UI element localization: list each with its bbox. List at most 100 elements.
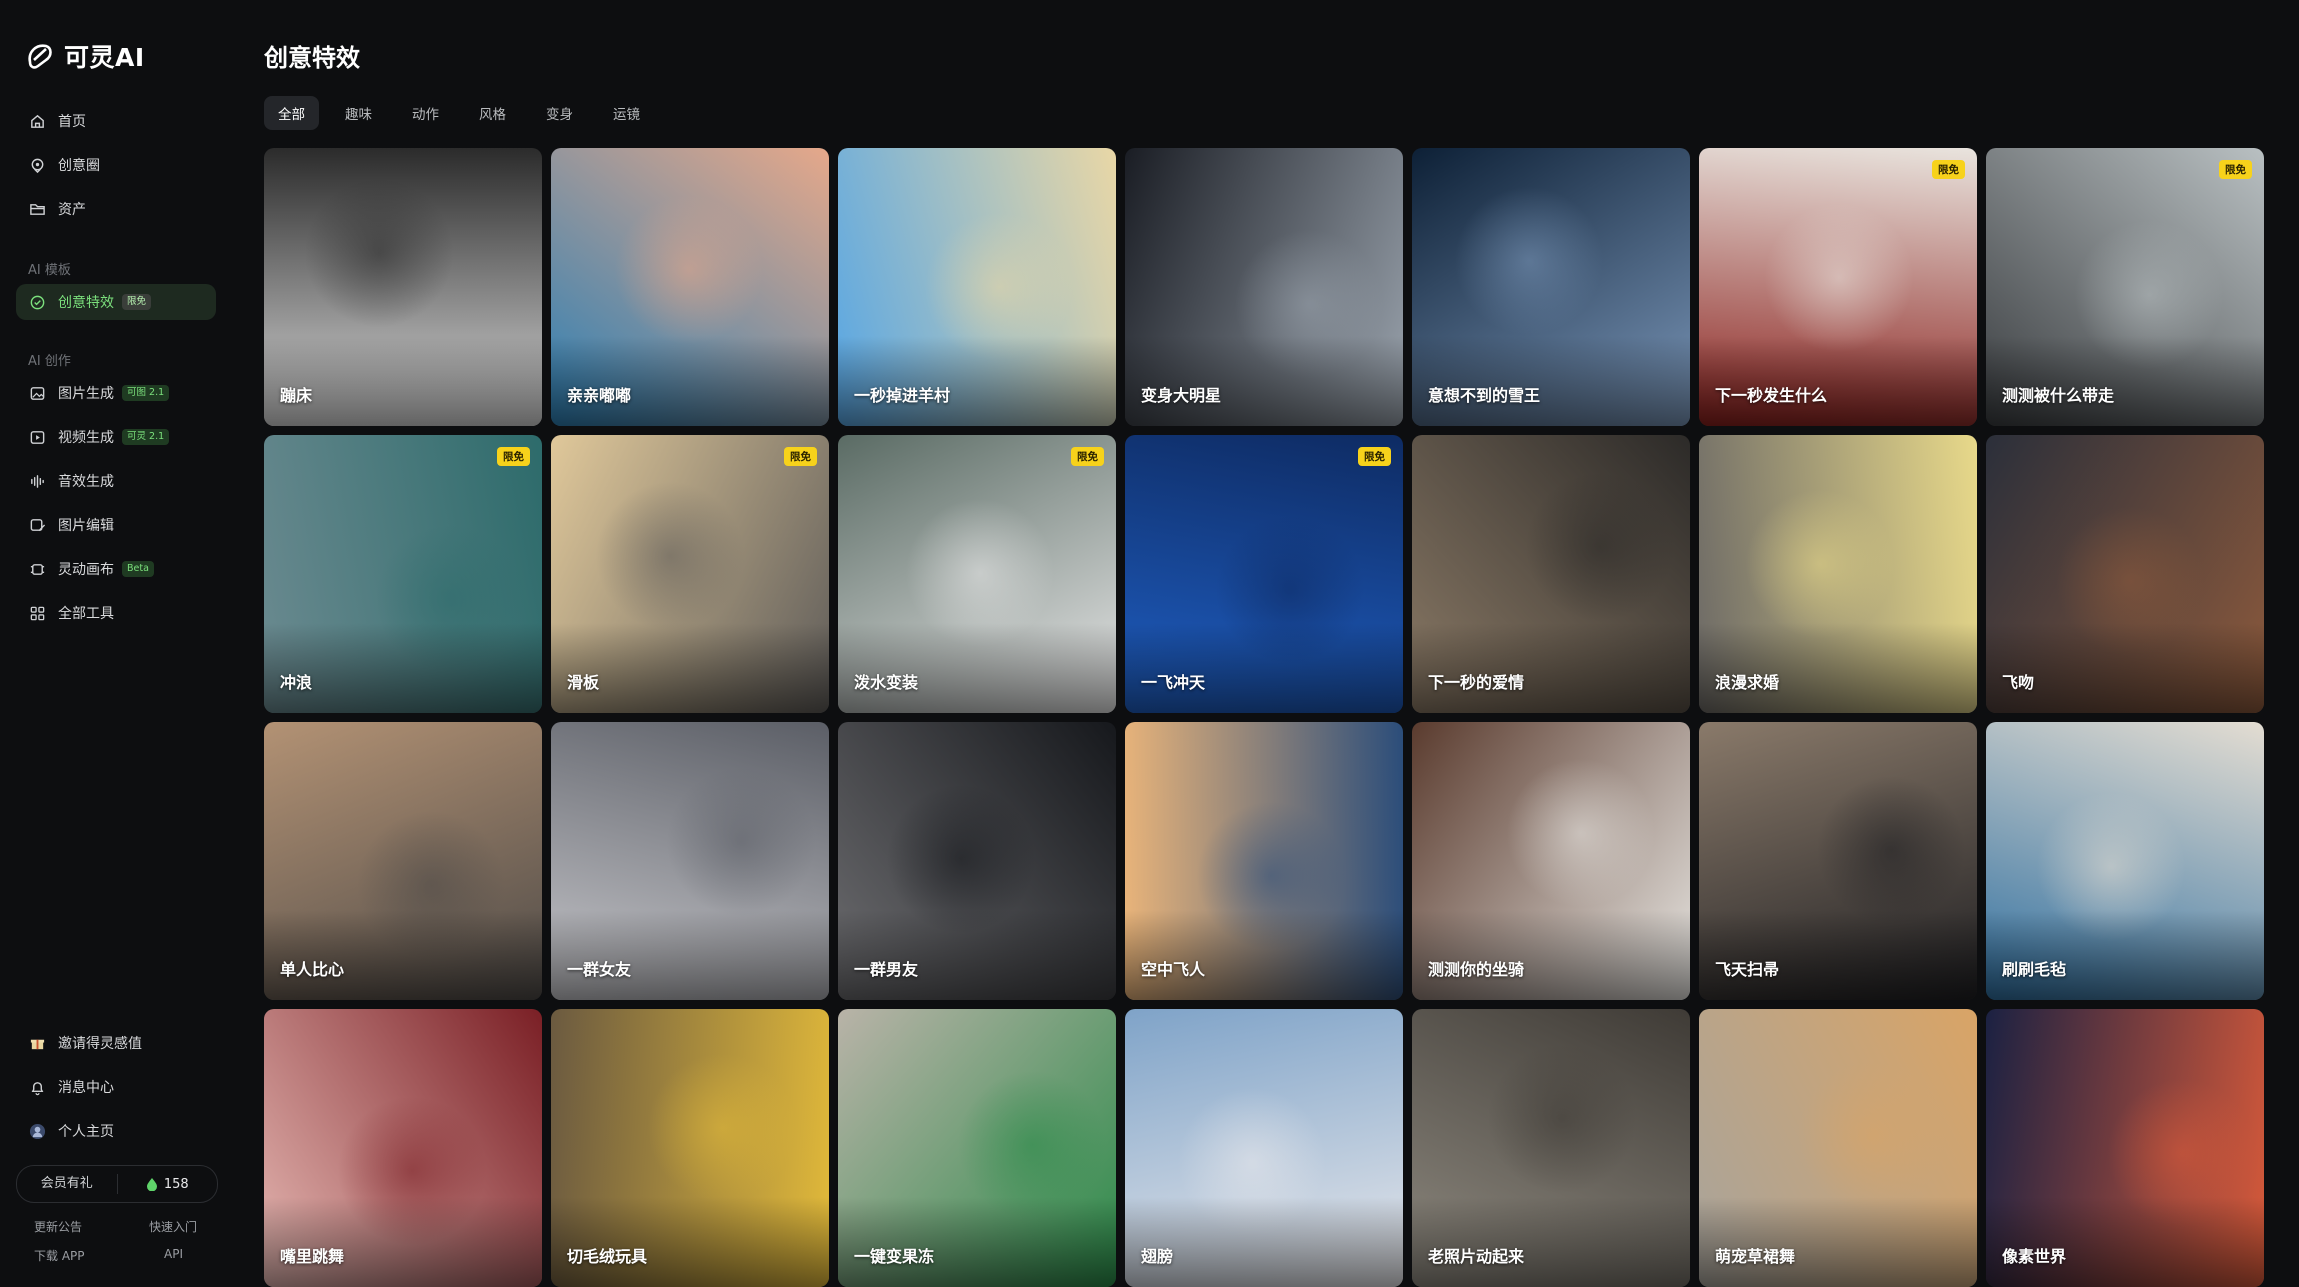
effect-card[interactable]: 滑板 限免 xyxy=(551,435,829,713)
effect-title: 刷刷毛毡 xyxy=(2002,960,2067,979)
tab-all[interactable]: 全部 xyxy=(264,96,319,130)
effect-card[interactable]: 变身大明星 xyxy=(1125,148,1403,426)
sidebar-item-invite[interactable]: 邀请得灵感值 xyxy=(16,1025,216,1061)
tab-action[interactable]: 动作 xyxy=(398,96,453,130)
effect-card[interactable]: 浪漫求婚 xyxy=(1699,435,1977,713)
effect-title: 意想不到的雪王 xyxy=(1428,386,1541,405)
thumbnail-shade xyxy=(1412,336,1690,426)
effect-card[interactable]: 空中飞人 xyxy=(1125,722,1403,1000)
image-edit-icon xyxy=(28,516,46,534)
effect-card[interactable]: 一键变果冻 xyxy=(838,1009,1116,1287)
sidebar-item-image-edit[interactable]: 图片编辑 xyxy=(16,507,216,543)
sidebar-item-home[interactable]: 首页 xyxy=(16,103,216,139)
category-tabs: 全部 趣味 动作 风格 变身 运镜 xyxy=(264,96,654,130)
effect-title: 泼水变装 xyxy=(854,673,919,692)
logo-text: 可灵AI xyxy=(64,43,145,72)
page-title: 创意特效 xyxy=(264,44,360,72)
quickstart-link[interactable]: 快速入门 xyxy=(149,1218,197,1235)
thumbnail-shade xyxy=(1986,336,2264,426)
api-link[interactable]: API xyxy=(164,1247,183,1261)
thumbnail-shade xyxy=(1125,1197,1403,1287)
effect-card[interactable]: 刷刷毛毡 xyxy=(1986,722,2264,1000)
effect-card[interactable]: 切毛绒玩具 xyxy=(551,1009,829,1287)
section-title-templates: AI 模板 xyxy=(28,263,71,278)
sidebar-item-label: 灵动画布 xyxy=(58,562,114,578)
effect-title: 变身大明星 xyxy=(1141,386,1222,405)
effect-card[interactable]: 老照片动起来 xyxy=(1412,1009,1690,1287)
thumbnail-shade xyxy=(551,623,829,713)
effect-card[interactable]: 一群男友 xyxy=(838,722,1116,1000)
effect-card[interactable]: 测测被什么带走 限免 xyxy=(1986,148,2264,426)
sidebar-item-label: 创意圈 xyxy=(58,158,100,174)
sidebar-item-profile[interactable]: 个人主页 xyxy=(16,1113,216,1149)
tab-fun[interactable]: 趣味 xyxy=(331,96,386,130)
sidebar-item-label: 全部工具 xyxy=(58,606,114,622)
effect-title: 空中飞人 xyxy=(1141,960,1206,979)
free-badge: 限免 xyxy=(1932,160,1965,179)
download-app-link[interactable]: 下载 APP xyxy=(34,1247,85,1264)
effect-card[interactable]: 像素世界 xyxy=(1986,1009,2264,1287)
effect-card[interactable]: 嘴里跳舞 xyxy=(264,1009,542,1287)
thumbnail-shade xyxy=(551,910,829,1000)
effect-title: 蹦床 xyxy=(280,386,313,405)
logo[interactable]: 可灵AI xyxy=(24,38,145,74)
thumbnail-shade xyxy=(264,623,542,713)
effect-title: 一群女友 xyxy=(567,960,632,979)
version-tag: 可图 2.1 xyxy=(122,385,170,401)
sidebar-item-label: 首页 xyxy=(58,114,86,130)
thumbnail-shade xyxy=(264,910,542,1000)
tab-style[interactable]: 风格 xyxy=(465,96,520,130)
effect-card[interactable]: 下一秒的爱情 xyxy=(1412,435,1690,713)
thumbnail-shade xyxy=(838,910,1116,1000)
effect-title: 下一秒的爱情 xyxy=(1428,673,1525,692)
tab-camera[interactable]: 运镜 xyxy=(599,96,654,130)
effect-card[interactable]: 飞吻 xyxy=(1986,435,2264,713)
sidebar-item-label: 个人主页 xyxy=(58,1124,114,1140)
effect-card[interactable]: 亲亲嘟嘟 xyxy=(551,148,829,426)
effect-card[interactable]: 一秒掉进羊村 xyxy=(838,148,1116,426)
effect-card[interactable]: 萌宠草裙舞 xyxy=(1699,1009,1977,1287)
effect-card[interactable]: 意想不到的雪王 xyxy=(1412,148,1690,426)
effect-card[interactable]: 一飞冲天 限免 xyxy=(1125,435,1403,713)
effect-title: 亲亲嘟嘟 xyxy=(567,386,632,405)
thumbnail-shade xyxy=(1699,623,1977,713)
effect-card[interactable]: 一群女友 xyxy=(551,722,829,1000)
effect-title: 一键变果冻 xyxy=(854,1247,935,1266)
effect-title: 单人比心 xyxy=(280,960,345,979)
thumbnail-shade xyxy=(264,336,542,426)
effect-card[interactable]: 蹦床 xyxy=(264,148,542,426)
member-gift-button[interactable]: 会员有礼 xyxy=(17,1174,118,1194)
inspiration-drop-icon xyxy=(146,1178,157,1191)
home-icon xyxy=(28,112,46,130)
announcement-link[interactable]: 更新公告 xyxy=(34,1218,82,1235)
effect-card[interactable]: 泼水变装 限免 xyxy=(838,435,1116,713)
thumbnail-shade xyxy=(1125,910,1403,1000)
sidebar-item-all-tools[interactable]: 全部工具 xyxy=(16,595,216,631)
bell-icon xyxy=(28,1078,46,1096)
thumbnail-shade xyxy=(1986,910,2264,1000)
version-tag: 可灵 2.1 xyxy=(122,429,170,445)
sidebar-item-audio-gen[interactable]: 音效生成 xyxy=(16,463,216,499)
effect-title: 切毛绒玩具 xyxy=(567,1247,648,1266)
free-badge: 限免 xyxy=(497,447,530,466)
effect-title: 翅膀 xyxy=(1141,1247,1174,1266)
effect-card[interactable]: 测测你的坐骑 xyxy=(1412,722,1690,1000)
sidebar-item-community[interactable]: 创意圈 xyxy=(16,147,216,183)
effect-title: 测测被什么带走 xyxy=(2002,386,2115,405)
effect-title: 滑板 xyxy=(567,673,600,692)
thumbnail-shade xyxy=(838,623,1116,713)
effect-card[interactable]: 冲浪 限免 xyxy=(264,435,542,713)
effect-title: 飞吻 xyxy=(2002,673,2035,692)
points-balance[interactable]: 158 xyxy=(118,1177,218,1192)
sidebar-item-assets[interactable]: 资产 xyxy=(16,191,216,227)
tab-transform[interactable]: 变身 xyxy=(532,96,587,130)
effect-card[interactable]: 飞天扫帚 xyxy=(1699,722,1977,1000)
effect-card[interactable]: 翅膀 xyxy=(1125,1009,1403,1287)
effect-card[interactable]: 单人比心 xyxy=(264,722,542,1000)
effect-card[interactable]: 下一秒发生什么 限免 xyxy=(1699,148,1977,426)
sidebar-item-image-gen[interactable]: 图片生成 可图 2.1 xyxy=(16,375,216,411)
sidebar-item-video-gen[interactable]: 视频生成 可灵 2.1 xyxy=(16,419,216,455)
sidebar-item-effects[interactable]: 创意特效 限免 xyxy=(16,284,216,320)
sidebar-item-messages[interactable]: 消息中心 xyxy=(16,1069,216,1105)
sidebar-item-canvas[interactable]: 灵动画布 Beta xyxy=(16,551,216,587)
